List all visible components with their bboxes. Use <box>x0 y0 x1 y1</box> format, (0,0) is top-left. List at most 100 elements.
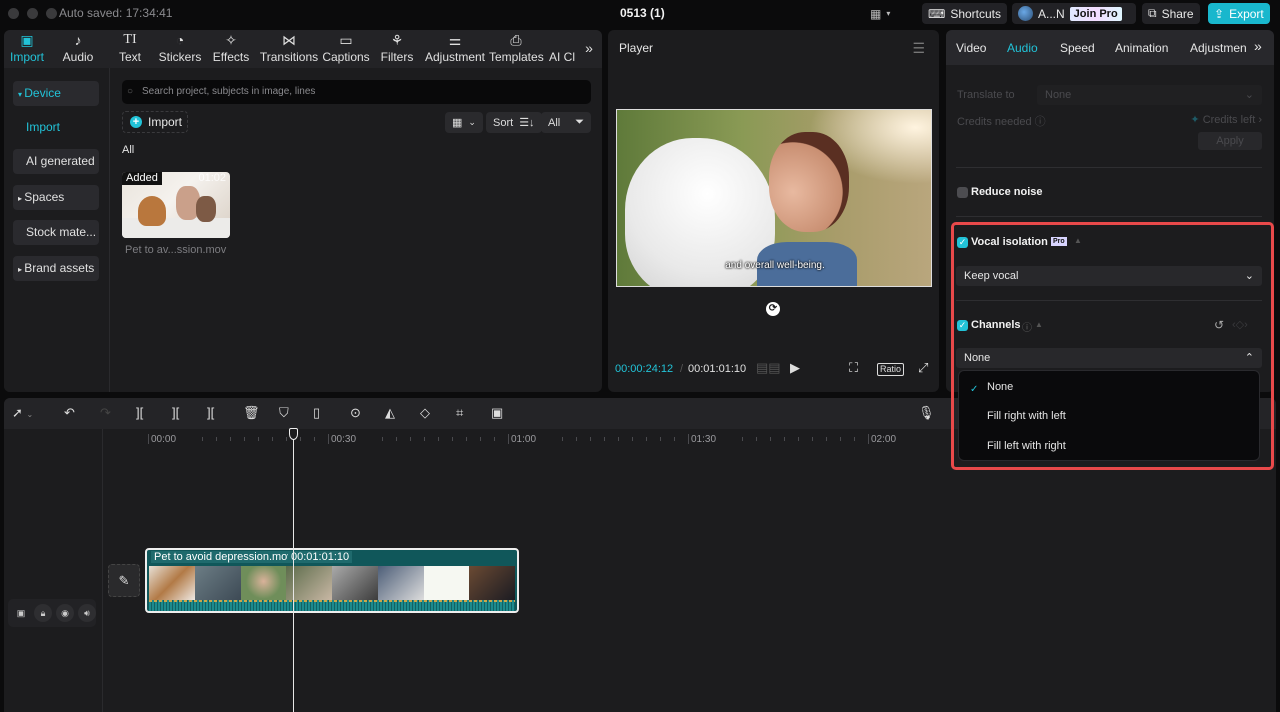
channels-label: Channels <box>971 319 1021 331</box>
video-caption[interactable]: and overall well-being. <box>617 260 931 271</box>
vocal-isolation-select[interactable]: Keep vocal ⌄ <box>956 266 1262 286</box>
ruler-minor-tick <box>756 437 757 441</box>
tab-effects[interactable]: ✧ Effects <box>211 32 251 64</box>
trash-icon: 🗑 <box>243 405 260 420</box>
more-tabs-button[interactable]: » <box>1254 38 1262 54</box>
tab-adjustment[interactable]: Adjustmen <box>1190 41 1246 55</box>
zoom-fit-button[interactable]: ⛶ <box>849 360 858 376</box>
select-tool-button[interactable]: ➚ ⌄ <box>12 405 33 421</box>
translate-label: Translate to <box>957 89 1015 101</box>
rotate-icon: ◇ <box>420 405 430 420</box>
split-right-button[interactable]: ][ <box>207 405 214 420</box>
mirror-button[interactable]: ◭ <box>385 405 395 421</box>
playhead-handle[interactable] <box>289 428 298 440</box>
fullscreen-button[interactable]: ⤢ <box>918 360 928 376</box>
export-button[interactable]: ⇪ Export <box>1208 3 1270 24</box>
translate-select[interactable]: None ⌄ <box>1037 85 1262 105</box>
join-pro-button[interactable]: Join Pro <box>1069 6 1122 21</box>
search-input[interactable]: ○ Search project, subjects in image, lin… <box>122 80 591 104</box>
sidebar-item-brand-assets[interactable]: ▸ Brand assets <box>13 256 99 281</box>
record-button[interactable]: 🎙 <box>918 405 935 421</box>
reset-icon[interactable]: ↺ <box>1214 318 1224 332</box>
shortcuts-button[interactable]: ⌨ Shortcuts <box>922 3 1008 24</box>
cover-edit-button[interactable]: ✎ <box>108 564 140 597</box>
tab-templates[interactable]: ⎙ Templates <box>489 32 544 64</box>
freeze-button[interactable]: ▯ <box>313 405 320 421</box>
delete-button[interactable]: 🗑 <box>243 405 260 421</box>
project-title[interactable]: 0513 (1) <box>620 6 665 20</box>
crop-button[interactable]: ⌗ <box>456 405 463 421</box>
keyframe-nav-icon[interactable]: ‹◇› <box>1232 318 1248 331</box>
tab-adjustment[interactable]: ⚌ Adjustment <box>424 32 486 64</box>
eye-icon[interactable]: ◉ <box>56 604 74 622</box>
channels-checkbox[interactable]: ✓ <box>957 320 968 331</box>
tab-ai[interactable]: AI Cl <box>548 32 576 64</box>
collapse-icon[interactable]: ▲ <box>1074 236 1082 245</box>
maximize-window-button[interactable] <box>46 8 57 19</box>
media-thumbnail[interactable]: Added 01:02 <box>122 172 230 238</box>
audio-meter-icon: ▤▤ <box>756 360 781 375</box>
reverse-button[interactable]: ⊙ <box>350 405 361 421</box>
ruler-major-tick <box>688 434 689 444</box>
tab-animation[interactable]: Animation <box>1115 41 1168 55</box>
help-icon[interactable]: ⓘ <box>1022 319 1032 334</box>
dropdown-option-fill-right-with-left[interactable]: Fill right with left <box>987 410 1066 422</box>
tab-video[interactable]: Video <box>956 41 986 55</box>
dropdown-option-fill-left-with-right[interactable]: Fill left with right <box>987 440 1066 452</box>
menu-icon[interactable]: ☰ <box>912 40 925 57</box>
timeline-clip[interactable]: Pet to avoid depression.mov 00:01:01:10 <box>145 548 519 613</box>
speaker-icon[interactable]: 🔊︎ <box>78 604 96 622</box>
playhead[interactable] <box>293 429 294 712</box>
close-window-button[interactable] <box>8 8 19 19</box>
remove-bg-button[interactable]: ▣ <box>491 405 503 421</box>
split-button[interactable]: ][ <box>136 405 143 420</box>
sidebar-item-device[interactable]: ▾ Device <box>13 81 99 106</box>
ruler-minor-tick <box>480 437 481 441</box>
minimize-window-button[interactable] <box>27 8 38 19</box>
tab-import[interactable]: ▣ Import <box>10 32 44 64</box>
reduce-noise-checkbox[interactable] <box>957 187 968 198</box>
import-icon: ▣ <box>20 32 34 48</box>
tab-captions[interactable]: ▭ Captions <box>322 32 370 64</box>
ruler-minor-tick <box>798 437 799 441</box>
lock-icon[interactable]: 🔒︎ <box>34 604 52 622</box>
ratio-button[interactable]: Ratio <box>877 363 905 376</box>
import-button[interactable]: + Import <box>122 111 188 133</box>
sidebar-item-stock-material[interactable]: Stock mate... <box>13 220 99 245</box>
sidebar-item-ai-generated[interactable]: AI generated <box>13 149 99 174</box>
share-button[interactable]: ⧉ Share <box>1142 3 1200 24</box>
tab-transitions[interactable]: ⋈ Transitions <box>259 32 319 64</box>
credits-left-link[interactable]: ✦ Credits left › <box>1190 113 1262 126</box>
tab-stickers[interactable]: ◔ Stickers <box>157 32 203 64</box>
vocal-isolation-checkbox[interactable]: ✓ <box>957 237 968 248</box>
sidebar-item-import[interactable]: Import <box>13 115 99 140</box>
sort-button[interactable]: Sort ☰↓ <box>486 112 542 133</box>
view-mode-button[interactable]: ▦ ⌄ <box>445 112 483 133</box>
tab-speed[interactable]: Speed <box>1060 41 1095 55</box>
rotate-button[interactable]: ◇ <box>420 405 430 421</box>
avatar[interactable] <box>1018 6 1033 21</box>
more-tabs-button[interactable]: » <box>582 40 596 56</box>
filter-button[interactable]: All ⏷ <box>541 112 591 133</box>
layout-button[interactable]: ▦ ▾ <box>864 3 896 24</box>
redo-button[interactable]: ↷ <box>100 405 111 421</box>
sidebar-item-spaces[interactable]: ▸ Spaces <box>13 185 99 210</box>
account-area[interactable]: A...N Join Pro <box>1012 3 1136 24</box>
track-video-icon[interactable]: ▣ <box>12 604 30 622</box>
marker-button[interactable]: ⛉ <box>279 405 289 421</box>
undo-button[interactable]: ↶ <box>64 405 75 421</box>
play-button[interactable]: ▶ <box>790 360 800 376</box>
dropdown-option-none[interactable]: None <box>987 381 1013 393</box>
tab-filters[interactable]: ⚘ Filters <box>379 32 415 64</box>
apply-button[interactable]: Apply <box>1198 132 1262 150</box>
filter-label: All <box>548 116 561 129</box>
tab-audio[interactable]: Audio <box>1007 41 1038 55</box>
rotate-icon[interactable]: ⟳ <box>766 302 780 316</box>
tab-text[interactable]: TI Text <box>115 32 145 64</box>
channels-select[interactable]: None ⌃ <box>956 348 1262 368</box>
tab-audio[interactable]: ♪ Audio <box>61 32 95 64</box>
video-preview[interactable]: and overall well-being. <box>616 109 932 287</box>
split-left-button[interactable]: ][ <box>172 405 179 420</box>
collapse-icon[interactable]: ▲ <box>1035 320 1043 329</box>
ruler-minor-tick <box>494 437 495 441</box>
